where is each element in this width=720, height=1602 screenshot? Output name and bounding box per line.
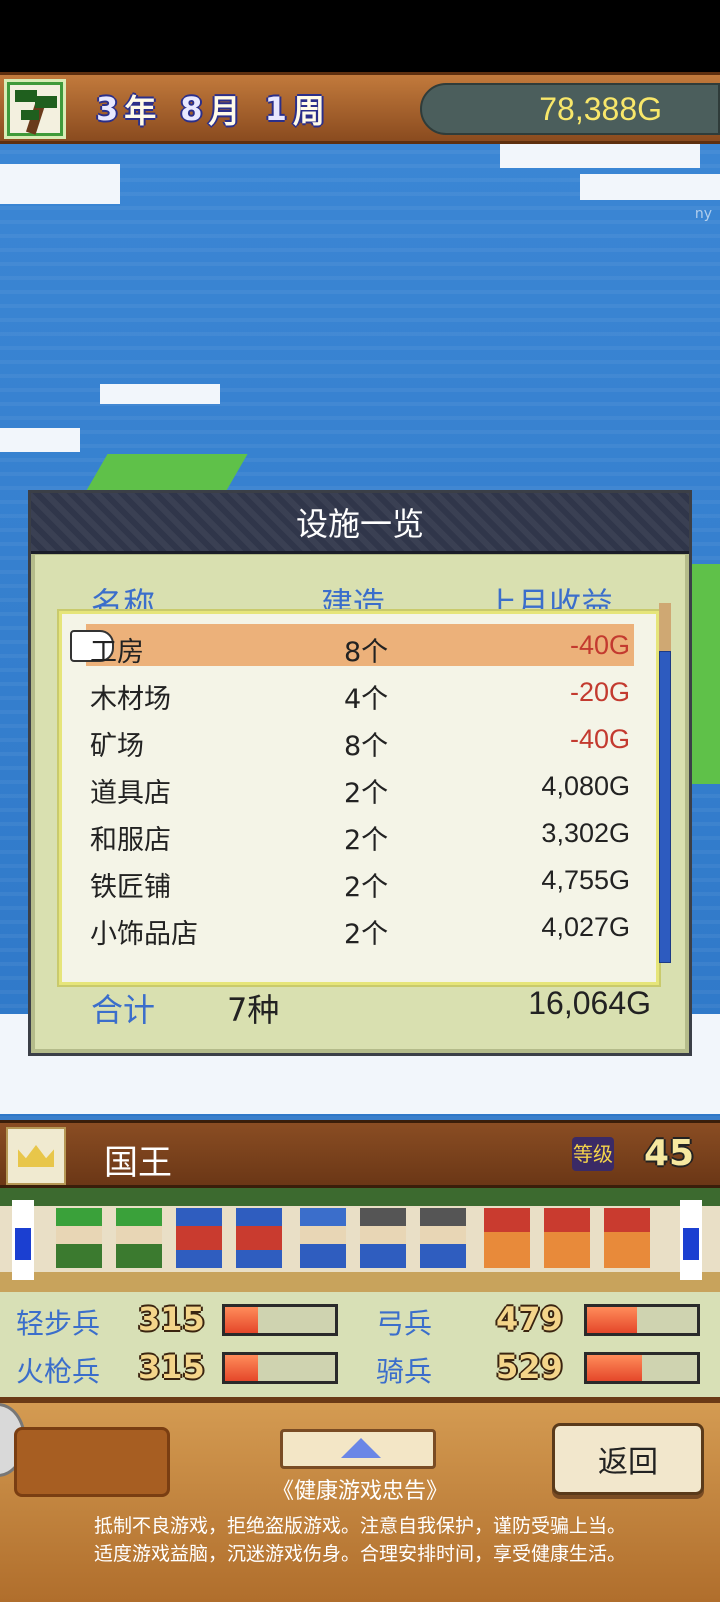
cloud — [100, 384, 220, 404]
facility-income: -40G — [569, 724, 630, 754]
troop-stats: 轻步兵 315 弓兵 479 火枪兵 315 骑兵 529 — [0, 1292, 720, 1400]
light-infantry-icon — [56, 1208, 102, 1268]
expand-up-button[interactable] — [280, 1429, 436, 1469]
facility-income: -40G — [569, 630, 630, 660]
health-advice-line: 抵制不良游戏，拒绝盗版游戏。注意自我保护，谨防受骗上当。 — [93, 1515, 626, 1537]
panel-title: 设施一览 — [31, 493, 689, 554]
facility-income: 4,080G — [541, 771, 630, 801]
cavalry-icon — [604, 1208, 650, 1268]
troop-bar — [584, 1352, 700, 1384]
troop-bar — [222, 1352, 338, 1384]
crown-icon — [18, 1145, 54, 1167]
week-unit: 周 — [292, 92, 325, 130]
light-infantry-icon — [116, 1208, 162, 1268]
troop-bar-fill — [587, 1307, 637, 1333]
facility-name: 和服店 — [90, 825, 171, 856]
scrollbar-thumb[interactable] — [659, 651, 671, 963]
table-row[interactable]: 小饰品店 2个 4,027G — [86, 906, 634, 950]
banner-flag-icon — [680, 1200, 702, 1280]
island — [84, 454, 248, 494]
facility-name: 工房 — [90, 637, 144, 668]
cloud — [0, 164, 120, 204]
watermark: ny — [694, 206, 712, 222]
cavalry-icon — [544, 1208, 590, 1268]
bonsai-tree-icon[interactable] — [4, 79, 66, 139]
level-badge: 等级 — [572, 1137, 614, 1171]
bottom-panel: 返回 《健康游戏忠告》 抵制不良游戏，拒绝盗版游戏。注意自我保护，谨防受骗上当。… — [0, 1400, 720, 1602]
facility-name: 道具店 — [90, 778, 171, 809]
cloud — [0, 428, 80, 452]
troop-bar — [584, 1304, 700, 1336]
total-income: 16,064G — [528, 985, 651, 1021]
facility-count: 2个 — [344, 872, 389, 903]
table-row[interactable]: 铁匠铺 2个 4,755G — [86, 859, 634, 903]
troop-label: 弓兵 — [376, 1307, 433, 1340]
troop-bar — [222, 1304, 338, 1336]
troop-label: 火枪兵 — [16, 1355, 101, 1388]
facility-count: 4个 — [344, 684, 389, 715]
facility-list-panel: 设施一览 名称 建造 上月收益 工房 8个 -40G 木材场 4个 -20G 矿… — [28, 490, 692, 1056]
troop-value: 315 — [138, 1300, 205, 1338]
table-row[interactable]: 工房 8个 -40G — [70, 624, 634, 668]
king-bar: 国王 等级 45 — [0, 1120, 720, 1188]
year-number: 3 — [96, 90, 119, 128]
facility-income: -20G — [569, 677, 630, 707]
shield-soldier-icon — [236, 1208, 282, 1268]
table-row[interactable]: 矿场 8个 -40G — [86, 718, 634, 762]
list-scrollbar[interactable] — [659, 603, 671, 963]
troop-label: 骑兵 — [376, 1355, 433, 1388]
archer-icon — [300, 1208, 346, 1268]
shield-soldier-icon — [176, 1208, 222, 1268]
facility-list[interactable]: 工房 8个 -40G 木材场 4个 -20G 矿场 8个 -40G 道具店 2个… — [57, 609, 661, 987]
facility-income: 4,755G — [541, 865, 630, 895]
facility-income: 3,302G — [541, 818, 630, 848]
status-bar — [0, 0, 720, 72]
facility-count: 2个 — [344, 778, 389, 809]
health-advice-line: 适度游戏益脑，沉迷游戏伤身。合理安排时间，享受健康生活。 — [93, 1543, 626, 1565]
troop-bar-fill — [225, 1355, 258, 1381]
month-unit: 月 — [208, 92, 241, 130]
army-display — [0, 1188, 720, 1295]
troop-value: 529 — [496, 1348, 563, 1386]
total-label: 合计 — [91, 991, 156, 1029]
facility-count: 2个 — [344, 919, 389, 950]
facility-name: 木材场 — [90, 684, 171, 715]
health-advice-title: 《健康游戏忠告》 — [271, 1479, 448, 1504]
cloud — [500, 144, 700, 168]
gunner-icon — [360, 1208, 406, 1268]
week-number: 1 — [264, 90, 287, 128]
top-bar: 3 年 8 月 1 周 78,388G — [0, 72, 720, 144]
facility-name: 矿场 — [90, 731, 144, 762]
panel-body: 名称 建造 上月收益 工房 8个 -40G 木材场 4个 -20G 矿场 8个 … — [35, 555, 685, 1049]
month-number: 8 — [180, 90, 203, 128]
banner-flag-icon — [12, 1200, 34, 1280]
year-unit: 年 — [124, 92, 157, 130]
game-date: 3 年 8 月 1 周 — [96, 87, 416, 131]
gold-amount: 78,388G — [539, 91, 662, 127]
up-arrow-icon — [341, 1438, 381, 1458]
facility-name: 铁匠铺 — [90, 872, 171, 903]
table-row[interactable]: 木材场 4个 -20G — [86, 671, 634, 715]
ruler-title: 国王 — [104, 1143, 172, 1183]
facility-count: 8个 — [344, 731, 389, 762]
facility-count: 8个 — [344, 637, 389, 668]
facility-income: 4,027G — [541, 912, 630, 942]
table-row[interactable]: 道具店 2个 4,080G — [86, 765, 634, 809]
level-value: 45 — [644, 1133, 695, 1174]
crown-icon-box[interactable] — [6, 1127, 66, 1185]
facility-name: 小饰品店 — [90, 919, 198, 950]
troop-value: 479 — [496, 1300, 563, 1338]
facility-count: 2个 — [344, 825, 389, 856]
total-kinds: 7种 — [227, 991, 280, 1029]
troop-value: 315 — [138, 1348, 205, 1386]
gunner-icon — [420, 1208, 466, 1268]
table-row[interactable]: 和服店 2个 3,302G — [86, 812, 634, 856]
cavalry-icon — [484, 1208, 530, 1268]
cloud — [580, 174, 720, 200]
gold-display: 78,388G — [420, 83, 720, 135]
troop-bar-fill — [587, 1355, 642, 1381]
troop-label: 轻步兵 — [16, 1307, 101, 1340]
troop-bar-fill — [225, 1307, 258, 1333]
